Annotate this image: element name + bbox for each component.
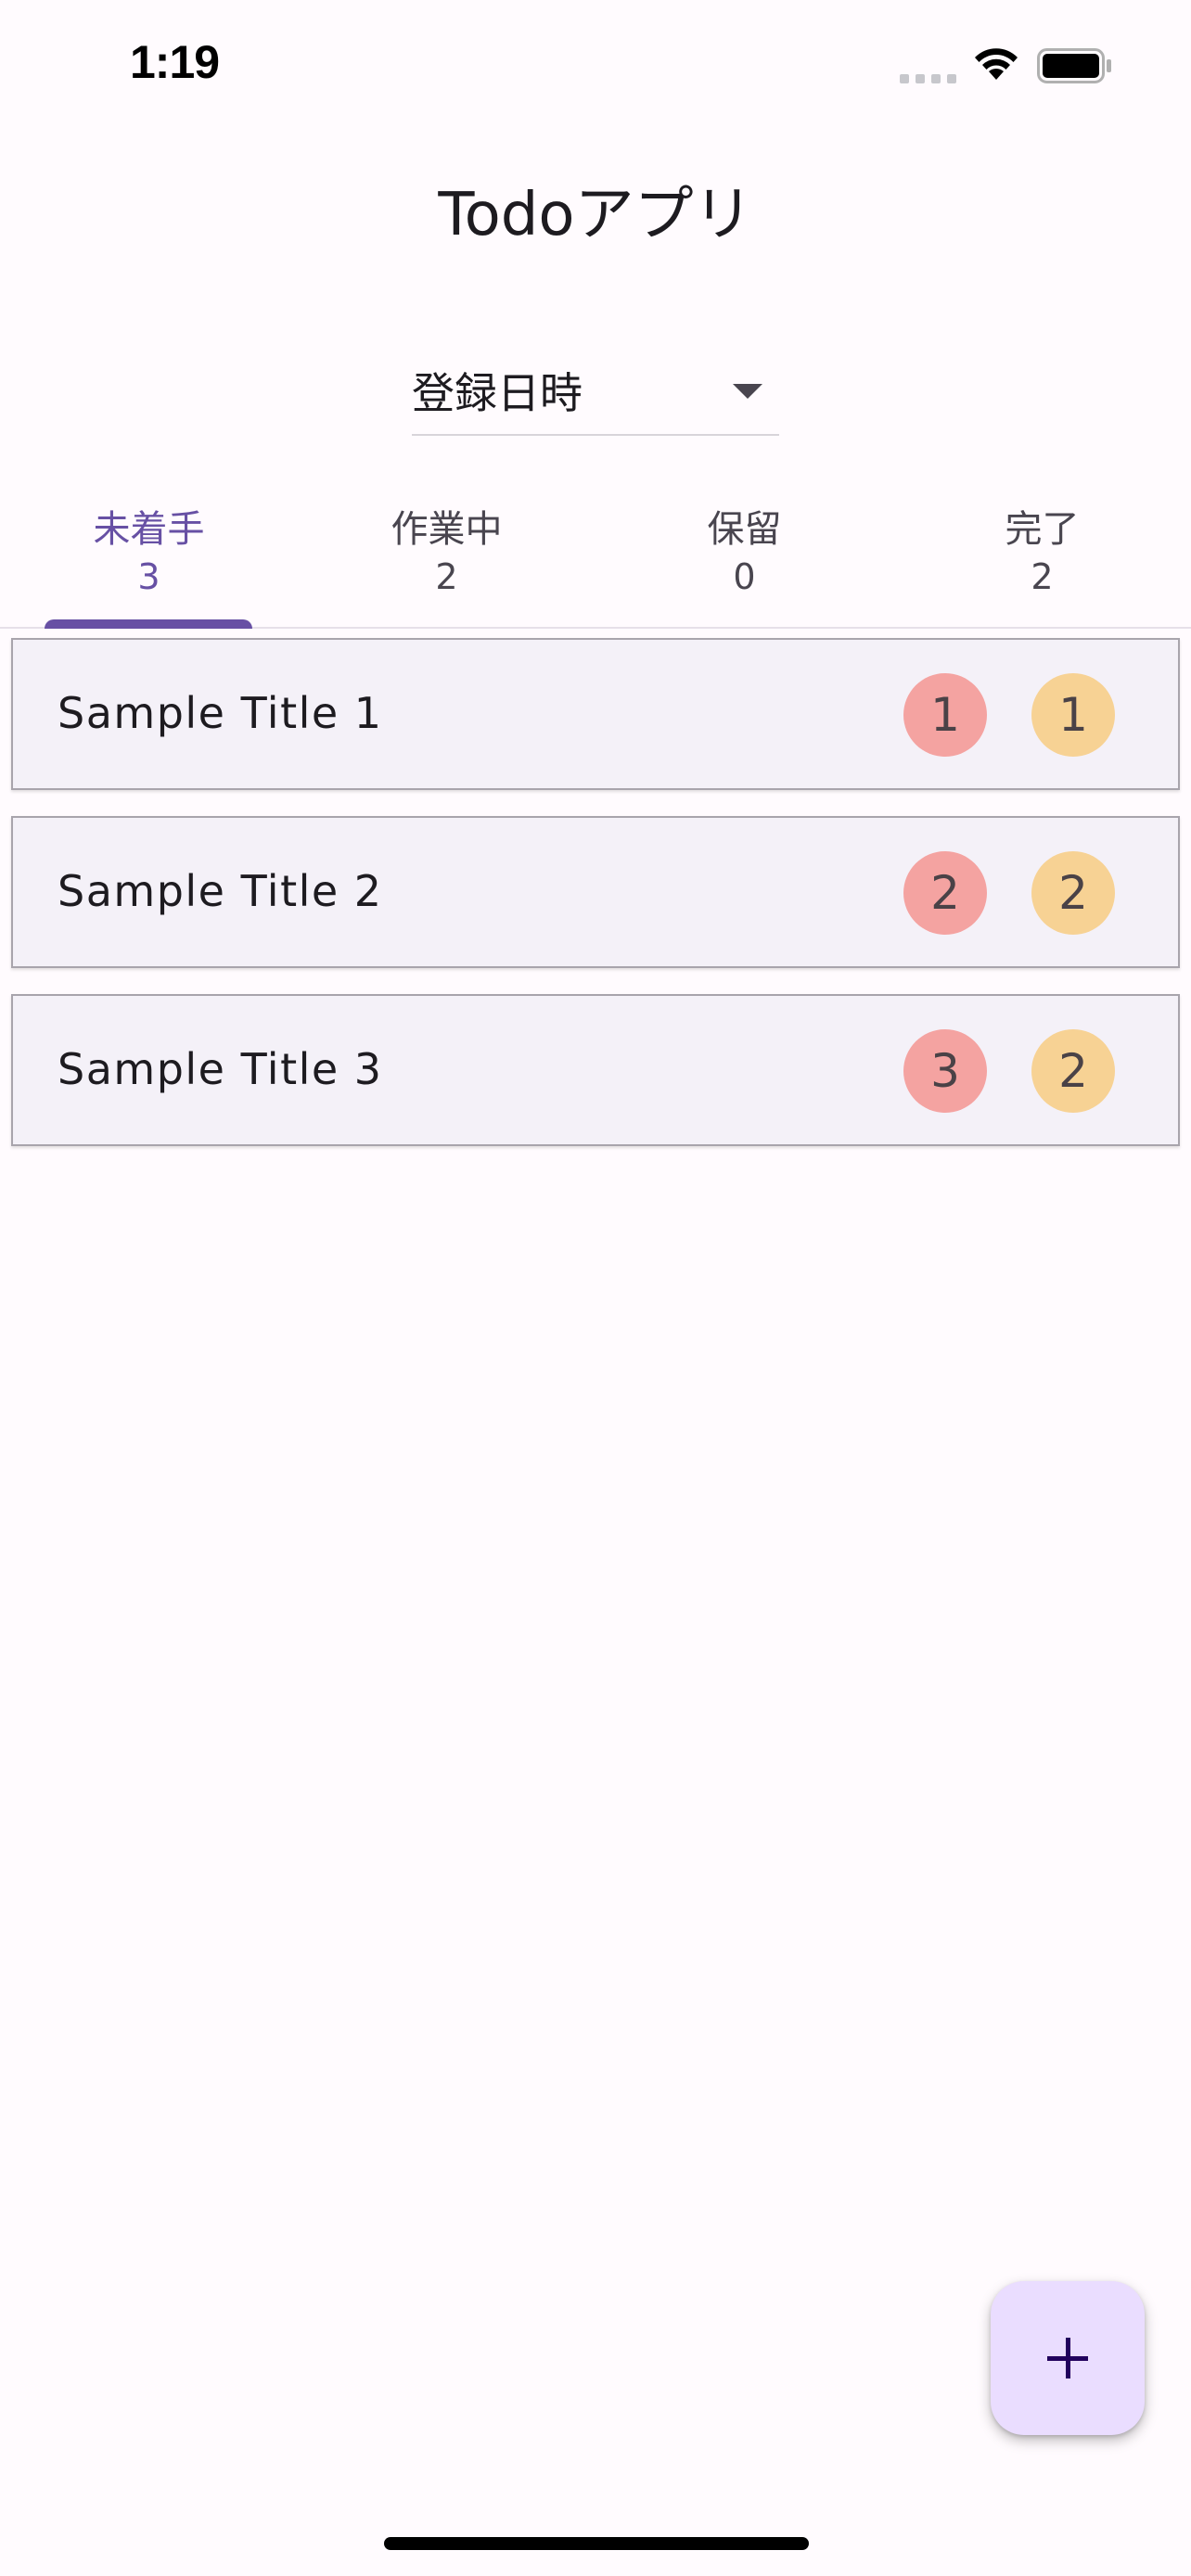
todo-list: Sample Title 1 1 1 Sample Title 2 2 2 Sa… xyxy=(11,638,1180,1172)
tab-label: 未着手 xyxy=(93,508,205,551)
tab-in-progress[interactable]: 作業中 2 xyxy=(298,482,596,627)
todo-title: Sample Title 1 xyxy=(58,688,383,738)
home-indicator[interactable] xyxy=(384,2537,809,2550)
tab-count: 3 xyxy=(137,556,160,597)
tab-count: 2 xyxy=(435,556,458,597)
todo-badge-orange: 2 xyxy=(1031,1029,1115,1113)
sort-selected-value: 登録日時 xyxy=(412,368,583,418)
todo-card[interactable]: Sample Title 1 1 1 xyxy=(11,638,1180,790)
status-tabs: 未着手 3 作業中 2 保留 0 完了 2 xyxy=(0,482,1191,629)
tab-done[interactable]: 完了 2 xyxy=(893,482,1191,627)
dropdown-arrow-icon xyxy=(733,384,762,399)
status-time: 1:19 xyxy=(130,36,220,88)
battery-icon xyxy=(1037,48,1111,83)
tab-on-hold[interactable]: 保留 0 xyxy=(596,482,893,627)
todo-card[interactable]: Sample Title 2 2 2 xyxy=(11,816,1180,968)
tab-label: 保留 xyxy=(707,508,782,551)
tab-label: 完了 xyxy=(1005,508,1080,551)
todo-title: Sample Title 2 xyxy=(58,866,383,916)
app-title: Todoアプリ xyxy=(438,181,753,249)
tab-not-started[interactable]: 未着手 3 xyxy=(0,482,298,629)
todo-card[interactable]: Sample Title 3 3 2 xyxy=(11,994,1180,1146)
todo-badge-orange: 1 xyxy=(1031,673,1115,757)
todo-badge-red: 2 xyxy=(903,851,987,935)
status-bar: 1:19 xyxy=(0,0,1191,121)
todo-title: Sample Title 3 xyxy=(58,1044,383,1094)
todo-badge-red: 1 xyxy=(903,673,987,757)
todo-badge-orange: 2 xyxy=(1031,851,1115,935)
wifi-icon xyxy=(975,48,1018,80)
tab-count: 2 xyxy=(1031,556,1054,597)
active-tab-indicator xyxy=(45,619,252,629)
tab-label: 作業中 xyxy=(391,508,503,551)
add-todo-button[interactable] xyxy=(991,2281,1145,2435)
sort-dropdown[interactable]: 登録日時 xyxy=(412,351,779,436)
cellular-signal-icon xyxy=(900,74,956,83)
todo-badge-red: 3 xyxy=(903,1029,987,1113)
tab-count: 0 xyxy=(733,556,756,597)
